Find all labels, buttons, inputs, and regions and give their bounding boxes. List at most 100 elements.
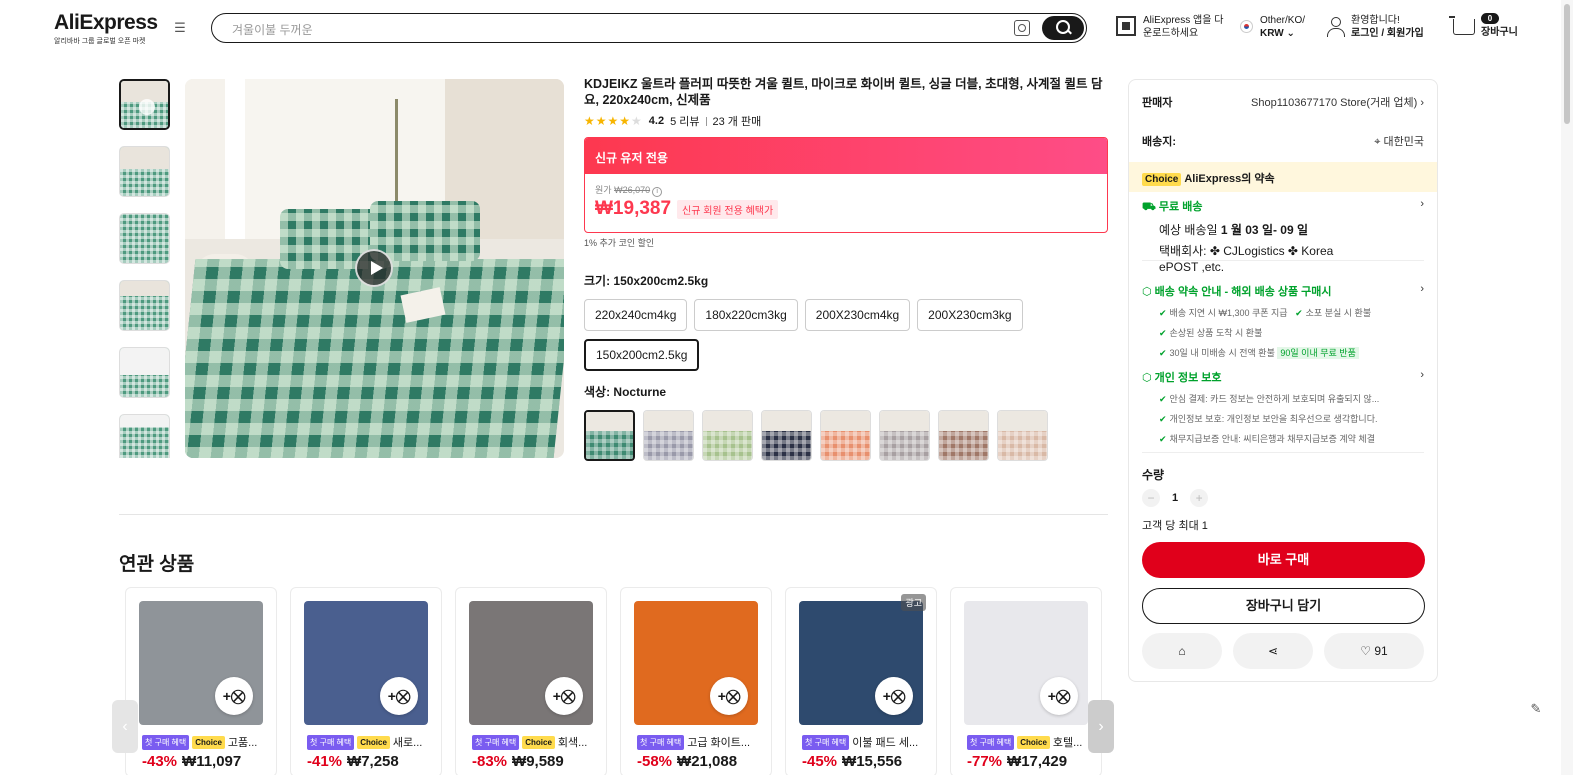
- original-price-row: 원가 ₩26,070 i: [585, 174, 1107, 197]
- thumbnail-list: [119, 79, 171, 458]
- related-product-card[interactable]: +⛒ 첫 구매 혜택 Choice 고품... -43% ₩11,097: [125, 587, 277, 775]
- free-shipping-section[interactable]: ⛟ 무료 배송 › 예상 배송일 1 월 03 일- 09 일 택배회사: ✤ …: [1142, 198, 1424, 275]
- main-product-image[interactable]: [185, 79, 564, 458]
- first-purchase-tag: 첫 구매 혜택: [142, 734, 190, 750]
- color-swatch[interactable]: [643, 410, 694, 461]
- color-swatch[interactable]: [820, 410, 871, 461]
- related-product-card[interactable]: +⛒ 첫 구매 혜택 Choice 회색... -83% ₩9,589: [455, 587, 607, 775]
- carousel-next-button[interactable]: ›: [1088, 700, 1114, 753]
- buy-now-button[interactable]: 바로 구매: [1142, 542, 1425, 578]
- product-price: ₩15,556: [842, 753, 903, 770]
- search-bar[interactable]: 겨울이불 두꺼운: [211, 13, 1087, 43]
- header: AliExpress 알리바바 그룹 글로벌 오픈 마켓 ☰ 겨울이불 두꺼운 …: [0, 0, 1575, 56]
- user-icon: [1326, 17, 1345, 37]
- app-download[interactable]: AliExpress 앱을 다 운로드하세요: [1116, 14, 1223, 40]
- product-name: 호텔...: [1052, 737, 1083, 749]
- menu-icon[interactable]: ☰: [172, 20, 188, 36]
- color-swatch[interactable]: [584, 410, 635, 461]
- first-purchase-tag: 첫 구매 혜택: [637, 734, 685, 750]
- video-play-button[interactable]: [355, 249, 393, 287]
- add-to-cart-icon[interactable]: +⛒: [215, 677, 253, 715]
- related-product-card[interactable]: +⛒ 첫 구매 혜택 Choice 호텔... -77% ₩17,429: [950, 587, 1102, 775]
- size-option[interactable]: 180x220cm3kg: [694, 299, 798, 331]
- promo-banner: 신규 유저 전용: [585, 138, 1107, 174]
- related-product-card[interactable]: +⛒ 첫 구매 혜택 Choice 새로... -41% ₩7,258: [290, 587, 442, 775]
- size-option[interactable]: 150x200cm2.5kg: [584, 339, 700, 371]
- product-price: ₩7,258: [347, 753, 399, 770]
- brand-tagline: 알리바바 그룹 글로벌 오픈 마켓: [54, 38, 146, 45]
- quantity-stepper: − 1 +: [1142, 489, 1424, 507]
- seller-store-link[interactable]: Shop1103677170 Store(거래 업체) ›: [1251, 94, 1424, 110]
- add-to-cart-icon[interactable]: +⛒: [380, 677, 418, 715]
- decrease-qty-button[interactable]: −: [1142, 489, 1160, 507]
- heart-icon: ♡: [1360, 644, 1372, 658]
- color-swatch[interactable]: [938, 410, 989, 461]
- scrollbar[interactable]: [1561, 0, 1573, 775]
- color-swatch[interactable]: [997, 410, 1048, 461]
- sale-price: ₩19,387: [595, 198, 672, 219]
- discount-percent: -41%: [307, 753, 343, 770]
- seller-row[interactable]: 판매자 Shop1103677170 Store(거래 업체) ›: [1142, 94, 1424, 110]
- ship-to-row[interactable]: 배송지: ⌖ 대한민국: [1142, 133, 1424, 149]
- thumbnail[interactable]: [119, 213, 170, 264]
- privacy-section[interactable]: ⬡ 개인 정보 보호 › ✔ 안심 결제: 카드 정보는 안전하게 보호되며 유출…: [1142, 369, 1424, 445]
- related-product-card[interactable]: +⛒ 광고 첫 구매 혜택 이불 패드 세... -45% ₩15,556: [785, 587, 937, 775]
- thumbnail[interactable]: [119, 347, 170, 398]
- free-shipping-title: ⛟ 무료 배송: [1142, 201, 1203, 213]
- info-icon[interactable]: i: [652, 187, 663, 197]
- feedback-edit-icon[interactable]: ✎: [1526, 701, 1546, 721]
- add-to-cart-icon[interactable]: +⛒: [710, 677, 748, 715]
- store-button[interactable]: ⌂: [1142, 633, 1222, 669]
- cart-count-badge: 0: [1481, 13, 1499, 24]
- add-to-cart-button[interactable]: 장바구니 담기: [1142, 588, 1425, 624]
- product-price: ₩11,097: [182, 753, 242, 770]
- image-search-icon[interactable]: [1014, 20, 1030, 36]
- quantity-value: 1: [1172, 492, 1179, 504]
- related-product-card[interactable]: +⛒ 첫 구매 혜택 고급 화이트... -58% ₩21,088: [620, 587, 772, 775]
- share-button[interactable]: ⋖: [1233, 633, 1313, 669]
- color-swatch[interactable]: [702, 410, 753, 461]
- size-option[interactable]: 200X230cm4kg: [804, 299, 911, 331]
- discount-percent: -58%: [637, 753, 673, 770]
- region-selector[interactable]: Other/KO/KRW ⌄: [1240, 14, 1305, 40]
- product-price: ₩9,589: [512, 753, 564, 770]
- discount-percent: -43%: [142, 753, 178, 770]
- review-count[interactable]: 5 리뷰: [670, 113, 699, 129]
- wishlist-button[interactable]: ♡ 91: [1324, 633, 1424, 669]
- delivery-guarantee-section[interactable]: ⬡ 배송 약속 안내 - 해외 배송 상품 구매시 › ✔ 배송 지연 시 ₩1,…: [1142, 283, 1424, 359]
- increase-qty-button[interactable]: +: [1190, 489, 1209, 507]
- add-to-cart-icon[interactable]: +⛒: [875, 677, 913, 715]
- carousel-prev-button[interactable]: ‹: [112, 700, 138, 753]
- quantity-limit: 고객 당 최대 1: [1142, 520, 1208, 532]
- search-button[interactable]: [1042, 16, 1084, 40]
- region-line1: Other/KO/: [1260, 15, 1306, 26]
- add-to-cart-icon[interactable]: +⛒: [1040, 677, 1078, 715]
- discount-percent: -77%: [967, 753, 1003, 770]
- thumbnail[interactable]: [119, 414, 170, 458]
- size-option[interactable]: 200X230cm3kg: [917, 299, 1023, 331]
- search-input[interactable]: 겨울이불 두꺼운: [232, 21, 313, 38]
- cart-icon: [1449, 16, 1475, 35]
- new-member-tag: 신규 회원 전용 혜택가: [677, 199, 779, 219]
- aliexpress-logo[interactable]: AliExpress 알리바바 그룹 글로벌 오픈 마켓: [54, 11, 158, 46]
- thumbnail[interactable]: [119, 280, 170, 331]
- thumbnail-video[interactable]: [119, 79, 170, 130]
- related-products-title: 연관 상품: [119, 554, 195, 575]
- choice-tag: Choice: [192, 735, 225, 749]
- login-signup-link[interactable]: 로그인 / 회원가입: [1351, 27, 1424, 40]
- thumbnail[interactable]: [119, 146, 170, 197]
- share-icon: ⋖: [1267, 644, 1279, 658]
- size-option[interactable]: 220x240cm4kg: [584, 299, 688, 331]
- color-label: 색상: Nocturne: [584, 385, 667, 399]
- product-name: 고급 화이트...: [687, 737, 751, 749]
- ship-to-country[interactable]: ⌖ 대한민국: [1374, 133, 1424, 149]
- free-return-tag: 90일 이내 무료 반품: [1277, 347, 1359, 359]
- chevron-right-icon: ›: [1420, 369, 1424, 381]
- color-swatch[interactable]: [761, 410, 812, 461]
- account-menu[interactable]: 환영합니다! 로그인 / 회원가입: [1326, 14, 1424, 40]
- add-to-cart-icon[interactable]: +⛒: [545, 677, 583, 715]
- star-rating: ★★★★★: [584, 114, 643, 128]
- brand-name: AliExpress: [54, 11, 158, 34]
- currency: KRW ⌄: [1260, 28, 1295, 39]
- color-swatch[interactable]: [879, 410, 930, 461]
